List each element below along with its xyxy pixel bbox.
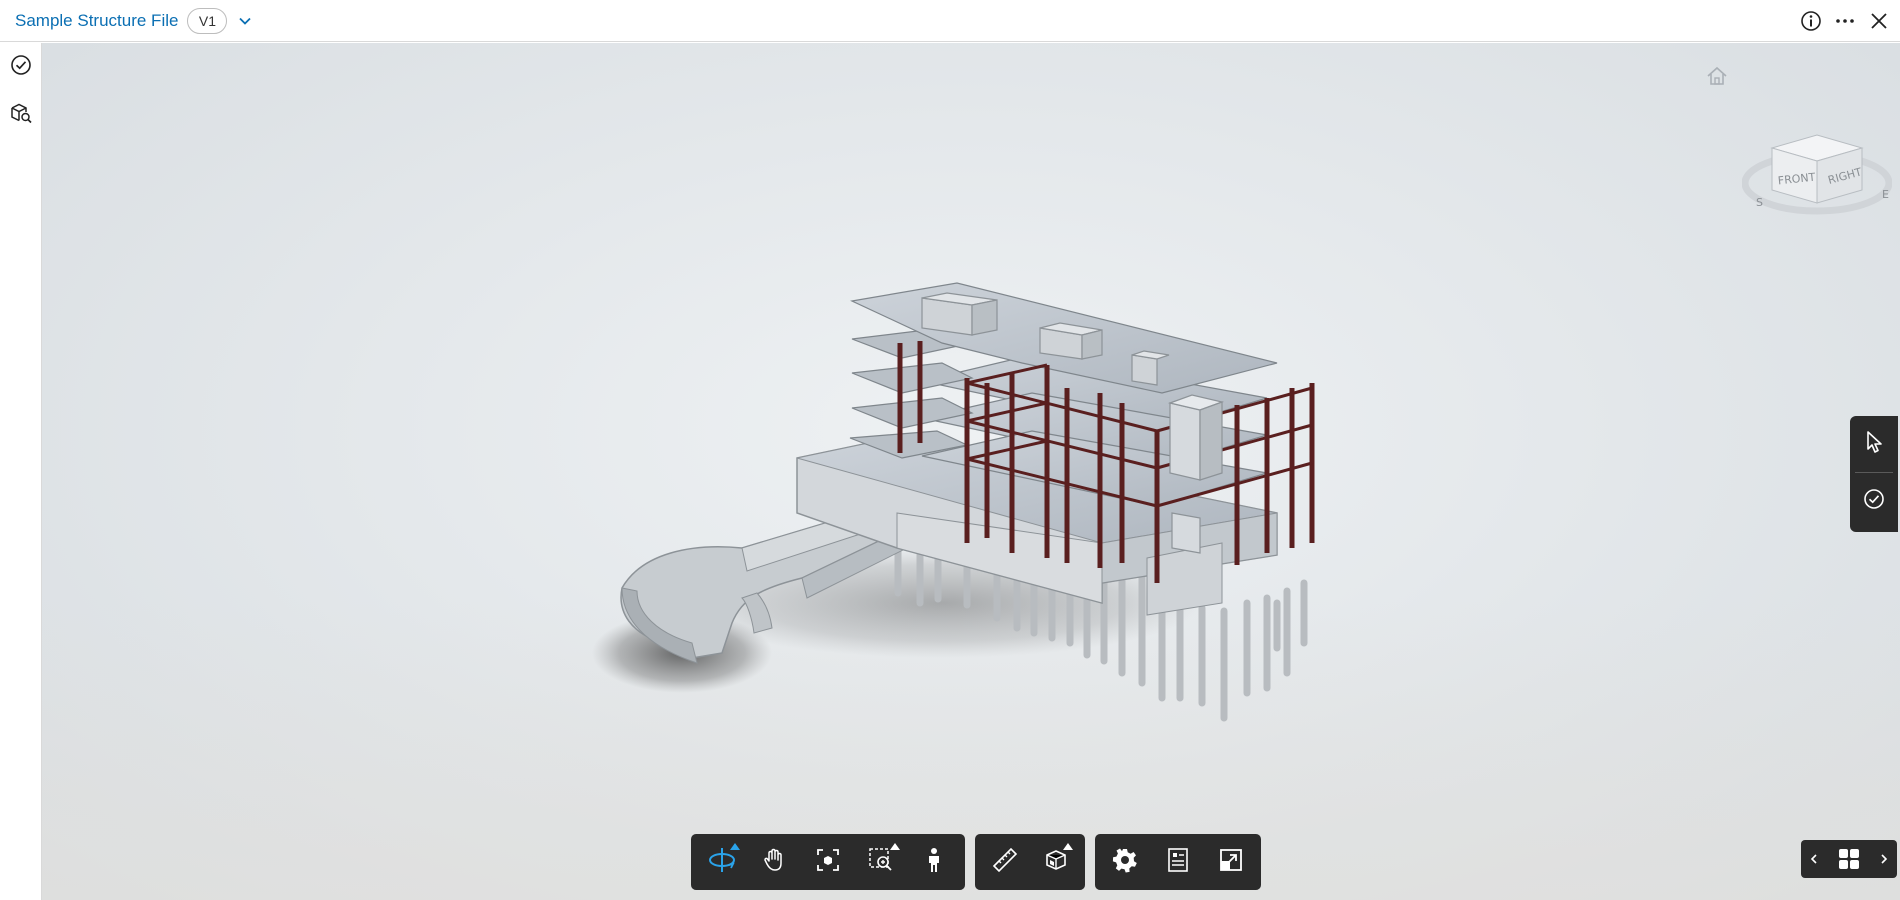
issues-tool-button[interactable] [1850, 473, 1898, 529]
fit-view-icon [814, 846, 842, 879]
zoom-window-button[interactable] [855, 837, 908, 887]
expand-icon [1218, 847, 1244, 878]
measure-tool-button[interactable] [979, 837, 1030, 887]
model-tools-toolbar [975, 834, 1085, 890]
home-icon [1707, 66, 1727, 85]
pan-tool-button[interactable] [748, 837, 801, 887]
fit-to-view-button[interactable] [801, 837, 854, 887]
version-badge[interactable]: V1 [187, 7, 228, 34]
settings-toolbar [1095, 834, 1261, 890]
compass-east-label: E [1882, 188, 1889, 201]
home-view-button[interactable] [1702, 61, 1732, 91]
ruler-icon [991, 846, 1019, 879]
hand-icon [761, 846, 789, 879]
chevron-down-icon[interactable] [235, 11, 255, 31]
chevron-right-icon[interactable] [1879, 844, 1889, 874]
first-person-button[interactable] [908, 837, 961, 887]
properties-icon [1165, 846, 1191, 879]
compass-south-label: S [1756, 196, 1763, 209]
flyout-indicator [889, 843, 900, 850]
flyout-indicator [730, 843, 741, 850]
gear-icon [1112, 847, 1138, 878]
grid-icon[interactable] [1838, 844, 1860, 874]
right-toolbar [1850, 416, 1898, 532]
navigation-toolbar [691, 834, 965, 890]
rail-item-model-browser[interactable] [0, 91, 42, 139]
rail-item-issues[interactable] [0, 43, 42, 91]
model-search-icon [9, 101, 33, 130]
properties-button[interactable] [1152, 837, 1205, 887]
zoom-window-icon [867, 846, 895, 879]
full-screen-button[interactable] [1204, 837, 1257, 887]
section-box-icon [1042, 846, 1070, 879]
check-circle-icon [10, 54, 32, 81]
section-tool-button[interactable] [1030, 837, 1081, 887]
info-icon[interactable] [1794, 4, 1828, 38]
page-title: Sample Structure File [15, 10, 179, 30]
select-tool-button[interactable] [1850, 416, 1898, 472]
check-circle-icon [1862, 487, 1886, 516]
header-bar: Sample Structure File V1 [0, 0, 1900, 42]
flyout-indicator [1063, 843, 1073, 850]
building-model[interactable] [42, 43, 1900, 900]
header-actions [1794, 0, 1900, 42]
pointer-icon [1863, 430, 1885, 459]
person-icon [922, 846, 946, 879]
view-cube[interactable]: FRONT RIGHT S E [1742, 93, 1892, 223]
chevron-left-icon[interactable] [1809, 844, 1819, 874]
left-rail [0, 43, 42, 900]
settings-button[interactable] [1099, 837, 1152, 887]
close-icon[interactable] [1862, 4, 1896, 38]
3d-viewport[interactable]: FRONT RIGHT S E [42, 43, 1900, 900]
orbit-tool-button[interactable] [695, 837, 748, 887]
more-icon[interactable] [1828, 4, 1862, 38]
view-pager [1801, 840, 1897, 878]
